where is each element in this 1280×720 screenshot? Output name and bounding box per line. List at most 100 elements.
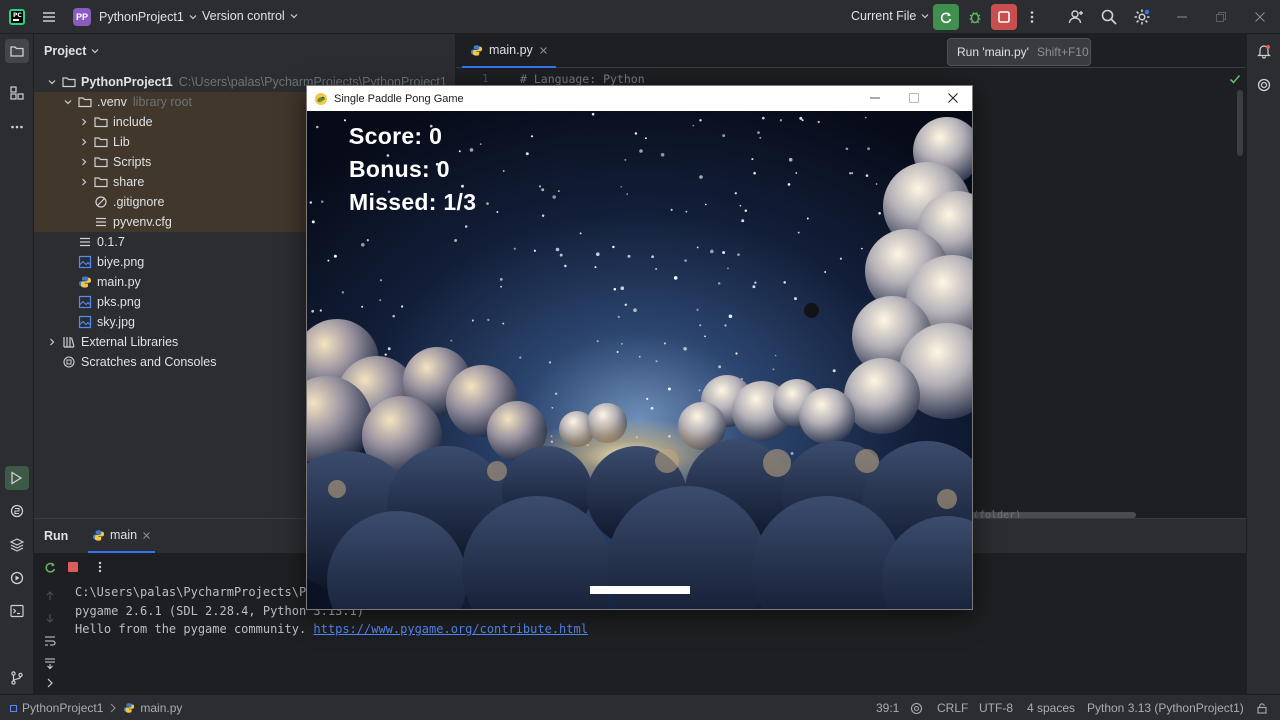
- code-line-1[interactable]: # Language: Python: [520, 72, 645, 86]
- project-panel-header[interactable]: Project: [44, 44, 100, 58]
- run-tab-main[interactable]: main: [88, 519, 156, 553]
- game-close-icon[interactable]: [947, 92, 959, 104]
- project-selector[interactable]: PP PythonProject1: [73, 8, 198, 26]
- restore-icon[interactable]: [1214, 10, 1228, 24]
- search-everywhere-button[interactable]: [1096, 4, 1122, 30]
- game-canvas[interactable]: Score: 0 Bonus: 0 Missed: 1/3: [307, 111, 972, 609]
- tree-row-note: library root: [132, 95, 192, 109]
- tree-row-label: Scripts: [113, 155, 152, 169]
- editor-scrollbar[interactable]: [1237, 90, 1243, 156]
- notifications-button[interactable]: [1252, 39, 1276, 63]
- minimize-icon[interactable]: [1175, 10, 1189, 24]
- python-interpreter[interactable]: Python 3.13 (PythonProject1): [1087, 695, 1244, 720]
- ai-assistant-button[interactable]: [1252, 73, 1276, 97]
- scroll-up-icon[interactable]: [44, 590, 56, 602]
- rerun-icon[interactable]: [43, 560, 57, 574]
- close-window-icon[interactable]: [1253, 10, 1267, 24]
- close-tab-icon[interactable]: [142, 531, 151, 540]
- title-bar: PC PP PythonProject1 Version control Cur…: [0, 0, 1280, 34]
- chevron-down-icon: [189, 15, 197, 20]
- folder-icon: [94, 175, 108, 189]
- indent-setting[interactable]: 4 spaces: [1027, 695, 1075, 720]
- chevron-right-icon[interactable]: [44, 677, 56, 689]
- folder-icon: [94, 155, 108, 169]
- stop-icon: [998, 11, 1010, 23]
- folder-icon: [78, 95, 92, 109]
- editor-tabs: main.py: [456, 34, 1246, 68]
- more-actions-button[interactable]: [1019, 4, 1045, 30]
- run-config-selector[interactable]: Current File: [851, 9, 930, 23]
- scroll-to-end-icon[interactable]: [43, 656, 57, 670]
- tree-row-label: share: [113, 175, 145, 189]
- tree-row-label: External Libraries: [81, 335, 179, 349]
- pygame-snake-icon: [314, 92, 328, 106]
- stop-icon[interactable]: [66, 560, 80, 574]
- breadcrumb[interactable]: PythonProject1 main.py: [10, 695, 182, 720]
- line-separator[interactable]: CRLF: [937, 695, 968, 720]
- python-file-icon: [123, 702, 135, 714]
- run-tool-button[interactable]: [5, 466, 29, 490]
- layers-icon: [9, 538, 25, 552]
- tree-row-label: include: [113, 115, 153, 129]
- tree-row-label: Lib: [113, 135, 130, 149]
- breadcrumb-project[interactable]: PythonProject1: [22, 701, 103, 715]
- debug-button[interactable]: [962, 4, 988, 30]
- structure-icon: [10, 86, 24, 100]
- tab-main-py[interactable]: main.py: [462, 34, 556, 68]
- breadcrumb-file[interactable]: main.py: [140, 701, 182, 715]
- game-ball: [804, 303, 819, 318]
- game-minimize-icon[interactable]: [869, 92, 881, 104]
- menu-icon[interactable]: [36, 4, 62, 30]
- chevron-down-icon: [290, 14, 298, 19]
- score-text: Score: 0: [349, 123, 443, 149]
- python-packages-button[interactable]: [5, 499, 29, 523]
- more-vertical-icon[interactable]: [93, 560, 107, 574]
- services-tool-button[interactable]: [5, 566, 29, 590]
- rerun-icon: [940, 12, 952, 24]
- sky-background: [307, 111, 972, 609]
- folder-icon: [94, 135, 108, 149]
- close-tab-icon[interactable]: [539, 46, 548, 55]
- file-encoding[interactable]: UTF-8: [979, 695, 1013, 720]
- game-window[interactable]: Single Paddle Pong Game Score: 0 Bonus: …: [306, 85, 973, 610]
- run-tab-label: main: [110, 528, 138, 542]
- terminal-tool-button[interactable]: [5, 599, 29, 623]
- contribute-link[interactable]: https://www.pygame.org/contribute.html: [313, 622, 588, 636]
- git-tool-button[interactable]: [5, 666, 29, 690]
- rerun-button[interactable]: [933, 4, 959, 30]
- ignore-file-icon: [94, 195, 108, 209]
- run-panel-title: Run: [44, 529, 69, 543]
- project-tool-button[interactable]: [5, 39, 29, 63]
- cursor-position[interactable]: 39:1: [876, 695, 899, 720]
- game-window-titlebar[interactable]: Single Paddle Pong Game: [307, 86, 972, 111]
- structure-tool-button[interactable]: [5, 81, 29, 105]
- stop-button[interactable]: [991, 4, 1017, 30]
- scroll-down-icon[interactable]: [44, 612, 56, 624]
- line-number: 1: [482, 72, 489, 85]
- code-with-me-button[interactable]: [1063, 4, 1089, 30]
- vcs-status-icon[interactable]: [910, 695, 923, 720]
- game-maximize-icon[interactable]: [908, 92, 920, 104]
- tab-label: main.py: [489, 43, 533, 57]
- chevron-down-icon: [91, 49, 99, 54]
- game-paddle[interactable]: [590, 586, 690, 594]
- more-tools-button[interactable]: [5, 115, 29, 139]
- pycharm-logo-icon[interactable]: PC: [8, 8, 26, 26]
- module-icon: [10, 704, 17, 712]
- soft-wrap-icon[interactable]: [43, 634, 57, 648]
- tree-row-label: PythonProject1: [81, 75, 173, 89]
- tree-row-label: pyvenv.cfg: [113, 215, 172, 229]
- settings-button[interactable]: [1129, 4, 1155, 30]
- breadcrumb-separator-icon: [110, 703, 117, 713]
- lock-icon[interactable]: [1256, 695, 1268, 720]
- git-branch-icon: [11, 671, 23, 685]
- chevron-down-icon: [46, 76, 58, 88]
- status-bar: PythonProject1 main.py 39:1 CRLF UTF-8 4…: [0, 694, 1280, 720]
- layers-tool-button[interactable]: [5, 533, 29, 557]
- folder-icon: [62, 75, 76, 89]
- run-icon: [11, 471, 23, 485]
- text-file-icon: [94, 215, 108, 229]
- version-control-menu[interactable]: Version control: [202, 9, 299, 23]
- tree-row-label: .venv: [97, 95, 127, 109]
- more-horizontal-icon: [11, 125, 23, 129]
